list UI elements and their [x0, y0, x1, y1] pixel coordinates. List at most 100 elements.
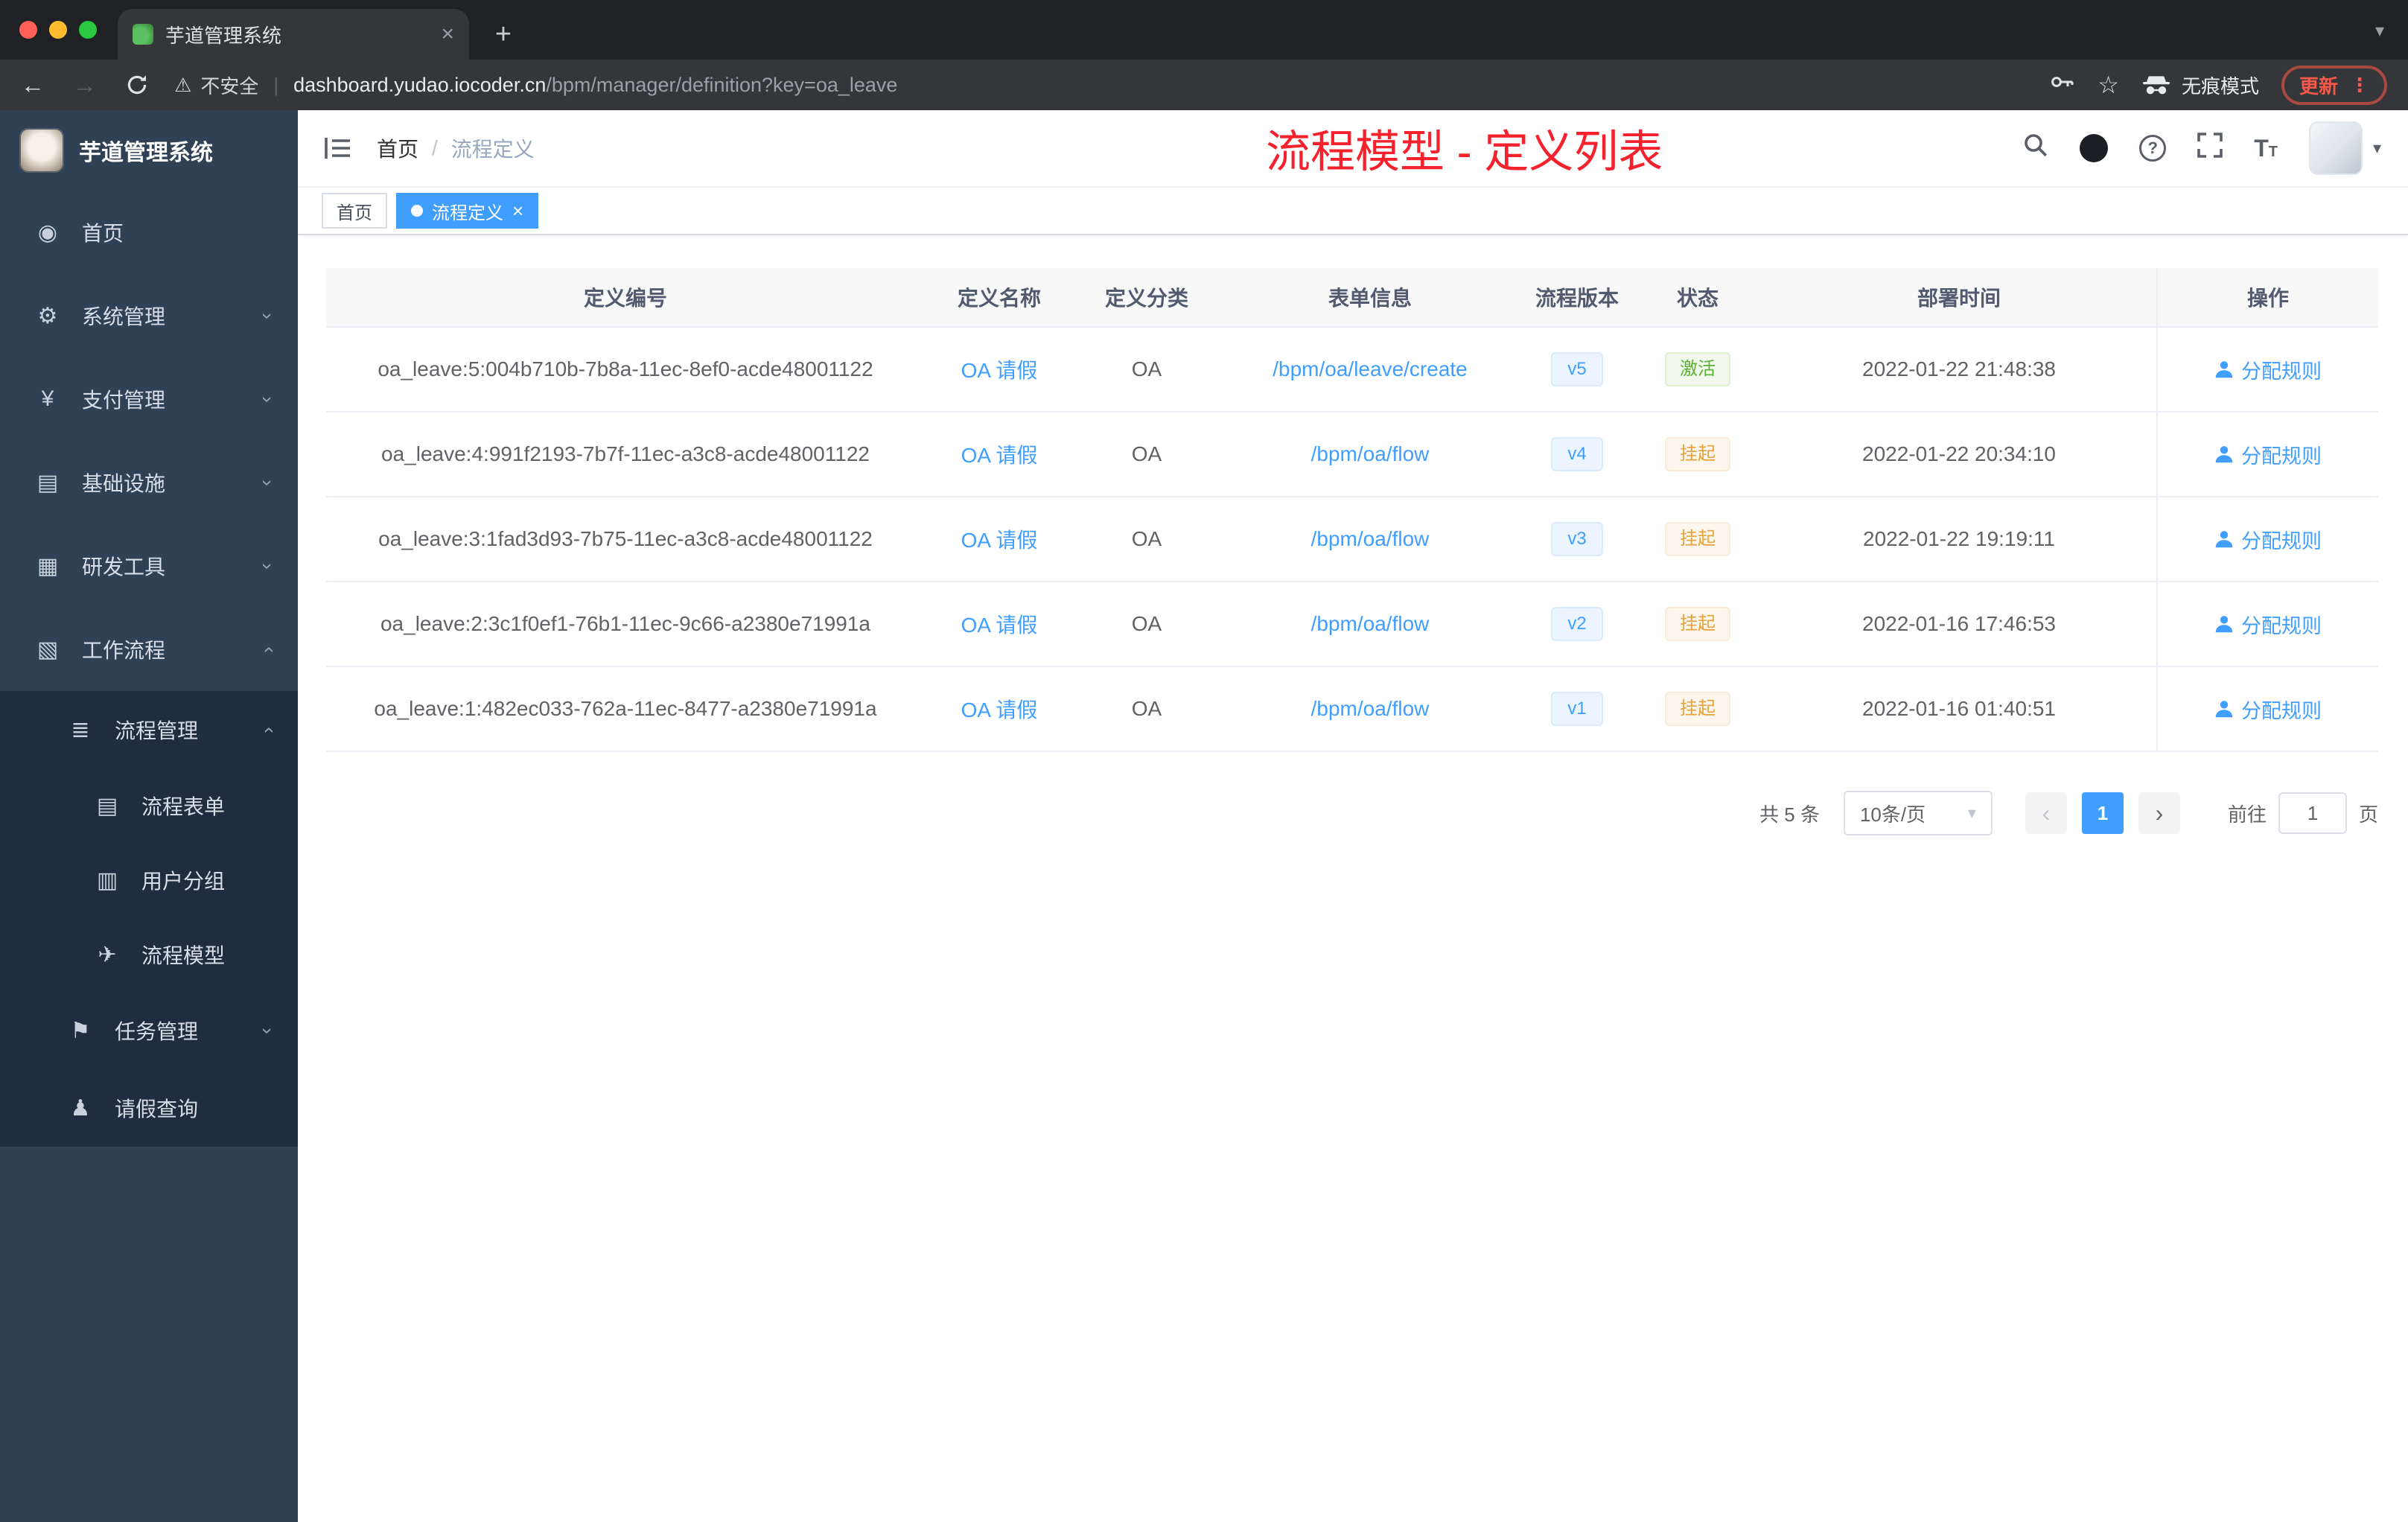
hamburger-icon[interactable]	[325, 136, 351, 160]
table-row: oa_leave:3:1fad3d93-7b75-11ec-a3c8-acde4…	[326, 497, 2378, 582]
forward-button[interactable]: →	[73, 73, 97, 97]
definition-name-link[interactable]: OA 请假	[961, 439, 1038, 469]
sidebar-item-task-management[interactable]: ⚑ 任务管理 ›	[0, 992, 298, 1069]
assign-rule-link[interactable]: 分配规则	[2214, 355, 2322, 384]
user-menu[interactable]: ▾	[2308, 121, 2381, 175]
goto-page-input[interactable]	[2278, 792, 2347, 834]
version-tag: v5	[1551, 352, 1603, 386]
github-icon[interactable]	[2080, 134, 2109, 162]
chevron-down-icon: ›	[257, 562, 280, 570]
column-header: 表单信息	[1328, 287, 1412, 310]
browser-menu-icon[interactable]: ⋮	[2350, 74, 2369, 97]
page-size-select[interactable]: 10条/页 ▾	[1843, 791, 1993, 835]
version-tag: v4	[1551, 437, 1603, 471]
breadcrumb: 首页 / 流程定义	[377, 133, 535, 163]
sidebar-item-infrastructure[interactable]: ▤ 基础设施 ›	[0, 441, 298, 524]
caret-down-icon: ▾	[2372, 138, 2381, 157]
tab-close-icon[interactable]: ×	[441, 23, 454, 45]
version-tag: v3	[1551, 522, 1603, 556]
sidebar-item-dev-tools[interactable]: ▦ 研发工具 ›	[0, 524, 298, 608]
security-indicator[interactable]: ⚠ 不安全	[174, 71, 258, 99]
browser-tab[interactable]: 芋道管理系统 ×	[118, 9, 469, 60]
workflow-submenu: ≣ 流程管理 › ▤ 流程表单 ▥ 用户分组 ✈ 流程模型 ⚑ 任务管理 › ♟…	[0, 691, 298, 1147]
bookmark-star-icon[interactable]: ☆	[2098, 71, 2119, 99]
form-link[interactable]: /bpm/oa/flow	[1311, 697, 1430, 721]
person-icon: ♟	[70, 1095, 91, 1121]
sidebar-item-process-form[interactable]: ▤ 流程表单	[0, 768, 298, 843]
sidebar-item-home[interactable]: ◉ 首页	[0, 191, 298, 274]
column-header: 部署时间	[1917, 287, 2001, 310]
help-icon[interactable]: ?	[2139, 135, 2167, 162]
search-tabs-icon[interactable]: ▾	[2375, 20, 2384, 42]
column-header: 定义分类	[1104, 287, 1188, 310]
fullscreen-icon[interactable]	[2197, 133, 2223, 164]
sidebar-item-payment-management[interactable]: ¥ 支付管理 ›	[0, 357, 298, 441]
sidebar-item-workflow[interactable]: ▧ 工作流程 ›	[0, 608, 298, 691]
form-link[interactable]: /bpm/oa/flow	[1311, 612, 1430, 636]
chevron-down-icon: ›	[257, 395, 280, 403]
user-icon	[2215, 616, 2233, 633]
tag-close-icon[interactable]: ×	[512, 201, 523, 220]
definition-name-link[interactable]: OA 请假	[961, 354, 1038, 384]
breadcrumb-home[interactable]: 首页	[377, 133, 418, 163]
sidebar-item-user-group[interactable]: ▥ 用户分组	[0, 843, 298, 917]
deploy-time: 2022-01-16 17:46:53	[1862, 612, 2056, 635]
current-page-button[interactable]: 1	[2081, 792, 2124, 834]
version-tag: v1	[1551, 692, 1603, 726]
incognito-icon	[2142, 76, 2170, 95]
window-minimize-button[interactable]	[49, 21, 67, 39]
user-group-icon: ▥	[96, 867, 118, 893]
tag-process-definition[interactable]: 流程定义 ×	[396, 193, 539, 229]
logo-title: 芋道管理系统	[79, 141, 213, 165]
font-size-icon[interactable]: TT	[2254, 136, 2278, 160]
url-domain: dashboard.yudao.iocoder.cn	[293, 73, 547, 96]
sidebar-logo[interactable]: 芋道管理系统	[0, 110, 298, 191]
prev-page-button[interactable]: ‹	[2025, 792, 2067, 834]
back-button[interactable]: ←	[21, 73, 45, 97]
sidebar-item-process-model[interactable]: ✈ 流程模型	[0, 917, 298, 992]
next-page-button[interactable]: ›	[2138, 792, 2180, 834]
address-bar[interactable]: dashboard.yudao.iocoder.cn/bpm/manager/d…	[293, 74, 2048, 97]
sidebar-item-leave-query[interactable]: ♟ 请假查询	[0, 1069, 298, 1147]
page-annotation: 流程模型 - 定义列表	[1266, 127, 1663, 177]
assign-rule-link[interactable]: 分配规则	[2214, 695, 2322, 724]
new-tab-button[interactable]: +	[481, 12, 526, 57]
update-button[interactable]: 更新 ⋮	[2281, 65, 2387, 105]
assign-rule-link[interactable]: 分配规则	[2214, 525, 2322, 554]
update-label: 更新	[2299, 74, 2338, 98]
definition-name-link[interactable]: OA 请假	[961, 694, 1038, 724]
assign-rule-link[interactable]: 分配规则	[2214, 610, 2322, 639]
window-controls	[0, 21, 97, 60]
version-tag: v2	[1551, 607, 1603, 641]
status-badge: 挂起	[1665, 692, 1730, 726]
tag-home[interactable]: 首页	[322, 193, 387, 229]
definition-category: OA	[1131, 697, 1162, 720]
key-icon[interactable]	[2048, 70, 2075, 100]
deploy-time: 2022-01-22 21:48:38	[1862, 357, 2056, 380]
form-link[interactable]: /bpm/oa/flow	[1311, 442, 1430, 466]
sidebar-item-system-management[interactable]: ⚙ 系统管理 ›	[0, 274, 298, 357]
window-zoom-button[interactable]	[79, 21, 97, 39]
browser-tab-strip: 芋道管理系统 × + ▾	[0, 0, 2408, 60]
assign-rule-link[interactable]: 分配规则	[2214, 440, 2322, 469]
reload-button[interactable]	[125, 73, 149, 97]
column-header: 定义名称	[957, 287, 1041, 310]
navbar-actions: ? TT ▾	[2023, 121, 2381, 175]
flag-icon: ⚑	[70, 1018, 91, 1043]
toolbar-right: ☆ 无痕模式 更新 ⋮	[2048, 65, 2387, 105]
search-icon[interactable]	[2023, 133, 2048, 164]
column-header: 操作	[2156, 268, 2378, 326]
form-link[interactable]: /bpm/oa/flow	[1311, 527, 1430, 551]
column-header: 流程版本	[1535, 287, 1619, 310]
definition-name-link[interactable]: OA 请假	[961, 524, 1038, 554]
definition-id: oa_leave:1:482ec033-762a-11ec-8477-a2380…	[374, 697, 877, 720]
dashboard-icon: ◉	[37, 220, 58, 245]
logo-avatar	[19, 128, 64, 173]
definition-name-link[interactable]: OA 请假	[961, 609, 1038, 639]
window-close-button[interactable]	[19, 21, 37, 39]
list-icon: ≣	[71, 717, 90, 742]
sidebar-item-process-management[interactable]: ≣ 流程管理 ›	[0, 691, 298, 768]
form-link[interactable]: /bpm/oa/leave/create	[1273, 357, 1468, 381]
status-badge: 挂起	[1665, 607, 1730, 641]
avatar[interactable]	[2308, 121, 2363, 175]
